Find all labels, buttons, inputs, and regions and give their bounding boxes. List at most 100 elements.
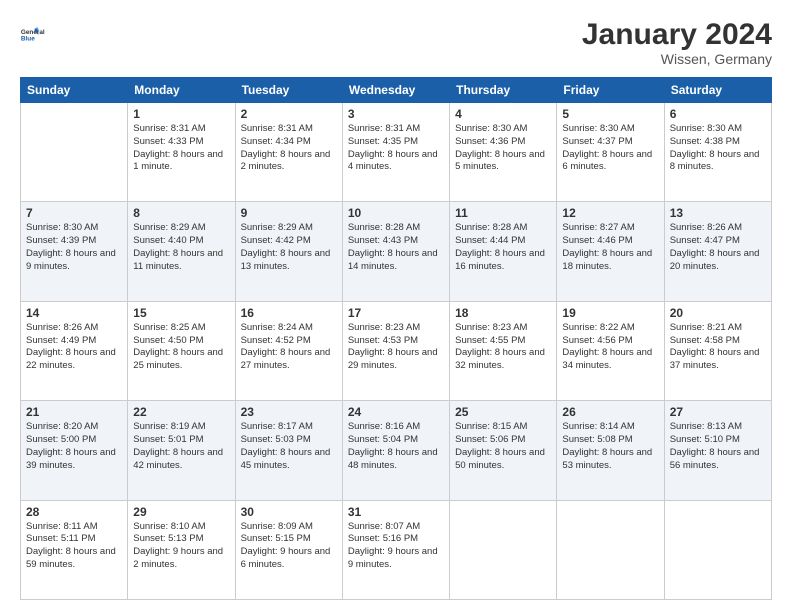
header-saturday: Saturday <box>664 78 771 103</box>
day-number: 23 <box>241 405 337 419</box>
daylight: Daylight: 8 hours and 27 minutes. <box>241 347 331 371</box>
calendar-cell: 23 Sunrise: 8:17 AM Sunset: 5:03 PM Dayl… <box>235 401 342 500</box>
header-sunday: Sunday <box>21 78 128 103</box>
sunrise: Sunrise: 8:30 AM <box>670 123 742 134</box>
day-number: 3 <box>348 107 444 121</box>
calendar-cell: 2 Sunrise: 8:31 AM Sunset: 4:34 PM Dayli… <box>235 103 342 202</box>
day-number: 12 <box>562 206 658 220</box>
sunrise: Sunrise: 8:29 AM <box>133 222 205 233</box>
day-info: Sunrise: 8:30 AM Sunset: 4:37 PM Dayligh… <box>562 123 658 174</box>
day-number: 28 <box>26 505 122 519</box>
sunset: Sunset: 5:01 PM <box>133 434 203 445</box>
day-number: 20 <box>670 306 766 320</box>
sunrise: Sunrise: 8:23 AM <box>348 322 420 333</box>
sunset: Sunset: 5:08 PM <box>562 434 632 445</box>
day-info: Sunrise: 8:26 AM Sunset: 4:47 PM Dayligh… <box>670 222 766 273</box>
sunset: Sunset: 4:36 PM <box>455 136 525 147</box>
daylight: Daylight: 8 hours and 6 minutes. <box>562 149 652 173</box>
daylight: Daylight: 9 hours and 9 minutes. <box>348 546 438 570</box>
sunset: Sunset: 4:34 PM <box>241 136 311 147</box>
day-info: Sunrise: 8:23 AM Sunset: 4:55 PM Dayligh… <box>455 322 551 373</box>
daylight: Daylight: 8 hours and 56 minutes. <box>670 447 760 471</box>
day-number: 19 <box>562 306 658 320</box>
sunrise: Sunrise: 8:31 AM <box>348 123 420 134</box>
logo-icon: General Blue <box>20 18 52 50</box>
day-info: Sunrise: 8:23 AM Sunset: 4:53 PM Dayligh… <box>348 322 444 373</box>
daylight: Daylight: 8 hours and 22 minutes. <box>26 347 116 371</box>
day-info: Sunrise: 8:27 AM Sunset: 4:46 PM Dayligh… <box>562 222 658 273</box>
day-info: Sunrise: 8:29 AM Sunset: 4:40 PM Dayligh… <box>133 222 229 273</box>
sunrise: Sunrise: 8:16 AM <box>348 421 420 432</box>
sunrise: Sunrise: 8:07 AM <box>348 521 420 532</box>
day-number: 5 <box>562 107 658 121</box>
daylight: Daylight: 8 hours and 2 minutes. <box>241 149 331 173</box>
sunrise: Sunrise: 8:09 AM <box>241 521 313 532</box>
calendar-cell <box>664 500 771 599</box>
sunset: Sunset: 4:50 PM <box>133 335 203 346</box>
sunrise: Sunrise: 8:22 AM <box>562 322 634 333</box>
sunrise: Sunrise: 8:31 AM <box>241 123 313 134</box>
day-info: Sunrise: 8:10 AM Sunset: 5:13 PM Dayligh… <box>133 521 229 572</box>
svg-text:Blue: Blue <box>21 35 35 42</box>
daylight: Daylight: 8 hours and 59 minutes. <box>26 546 116 570</box>
sunset: Sunset: 5:15 PM <box>241 533 311 544</box>
sunset: Sunset: 4:33 PM <box>133 136 203 147</box>
day-number: 11 <box>455 206 551 220</box>
calendar-cell: 1 Sunrise: 8:31 AM Sunset: 4:33 PM Dayli… <box>128 103 235 202</box>
daylight: Daylight: 8 hours and 29 minutes. <box>348 347 438 371</box>
sunset: Sunset: 4:47 PM <box>670 235 740 246</box>
sunset: Sunset: 4:38 PM <box>670 136 740 147</box>
day-number: 29 <box>133 505 229 519</box>
sunrise: Sunrise: 8:10 AM <box>133 521 205 532</box>
calendar-cell: 21 Sunrise: 8:20 AM Sunset: 5:00 PM Dayl… <box>21 401 128 500</box>
calendar-cell: 10 Sunrise: 8:28 AM Sunset: 4:43 PM Dayl… <box>342 202 449 301</box>
sunset: Sunset: 4:35 PM <box>348 136 418 147</box>
calendar-cell: 30 Sunrise: 8:09 AM Sunset: 5:15 PM Dayl… <box>235 500 342 599</box>
daylight: Daylight: 8 hours and 42 minutes. <box>133 447 223 471</box>
sunrise: Sunrise: 8:15 AM <box>455 421 527 432</box>
table-row: 28 Sunrise: 8:11 AM Sunset: 5:11 PM Dayl… <box>21 500 772 599</box>
day-info: Sunrise: 8:31 AM Sunset: 4:33 PM Dayligh… <box>133 123 229 174</box>
calendar-cell: 8 Sunrise: 8:29 AM Sunset: 4:40 PM Dayli… <box>128 202 235 301</box>
day-info: Sunrise: 8:26 AM Sunset: 4:49 PM Dayligh… <box>26 322 122 373</box>
day-number: 4 <box>455 107 551 121</box>
table-row: 21 Sunrise: 8:20 AM Sunset: 5:00 PM Dayl… <box>21 401 772 500</box>
day-number: 18 <box>455 306 551 320</box>
daylight: Daylight: 8 hours and 53 minutes. <box>562 447 652 471</box>
day-info: Sunrise: 8:19 AM Sunset: 5:01 PM Dayligh… <box>133 421 229 472</box>
calendar-cell: 31 Sunrise: 8:07 AM Sunset: 5:16 PM Dayl… <box>342 500 449 599</box>
sunset: Sunset: 4:39 PM <box>26 235 96 246</box>
daylight: Daylight: 8 hours and 16 minutes. <box>455 248 545 272</box>
sunset: Sunset: 5:11 PM <box>26 533 96 544</box>
sunset: Sunset: 5:00 PM <box>26 434 96 445</box>
day-info: Sunrise: 8:07 AM Sunset: 5:16 PM Dayligh… <box>348 521 444 572</box>
daylight: Daylight: 8 hours and 5 minutes. <box>455 149 545 173</box>
calendar-cell: 14 Sunrise: 8:26 AM Sunset: 4:49 PM Dayl… <box>21 301 128 400</box>
table-row: 1 Sunrise: 8:31 AM Sunset: 4:33 PM Dayli… <box>21 103 772 202</box>
day-number: 2 <box>241 107 337 121</box>
calendar-cell: 16 Sunrise: 8:24 AM Sunset: 4:52 PM Dayl… <box>235 301 342 400</box>
day-number: 13 <box>670 206 766 220</box>
day-info: Sunrise: 8:09 AM Sunset: 5:15 PM Dayligh… <box>241 521 337 572</box>
sunrise: Sunrise: 8:31 AM <box>133 123 205 134</box>
day-info: Sunrise: 8:11 AM Sunset: 5:11 PM Dayligh… <box>26 521 122 572</box>
calendar-cell: 22 Sunrise: 8:19 AM Sunset: 5:01 PM Dayl… <box>128 401 235 500</box>
calendar-cell <box>557 500 664 599</box>
sunrise: Sunrise: 8:30 AM <box>562 123 634 134</box>
sunrise: Sunrise: 8:23 AM <box>455 322 527 333</box>
calendar-page: General Blue January 2024 Wissen, German… <box>0 0 792 612</box>
calendar-cell <box>450 500 557 599</box>
calendar-cell: 24 Sunrise: 8:16 AM Sunset: 5:04 PM Dayl… <box>342 401 449 500</box>
header-friday: Friday <box>557 78 664 103</box>
title-block: January 2024 Wissen, Germany <box>582 18 772 67</box>
sunset: Sunset: 4:52 PM <box>241 335 311 346</box>
day-number: 30 <box>241 505 337 519</box>
day-number: 8 <box>133 206 229 220</box>
sunrise: Sunrise: 8:14 AM <box>562 421 634 432</box>
day-info: Sunrise: 8:25 AM Sunset: 4:50 PM Dayligh… <box>133 322 229 373</box>
day-info: Sunrise: 8:15 AM Sunset: 5:06 PM Dayligh… <box>455 421 551 472</box>
daylight: Daylight: 8 hours and 37 minutes. <box>670 347 760 371</box>
day-number: 25 <box>455 405 551 419</box>
daylight: Daylight: 8 hours and 50 minutes. <box>455 447 545 471</box>
daylight: Daylight: 9 hours and 2 minutes. <box>133 546 223 570</box>
